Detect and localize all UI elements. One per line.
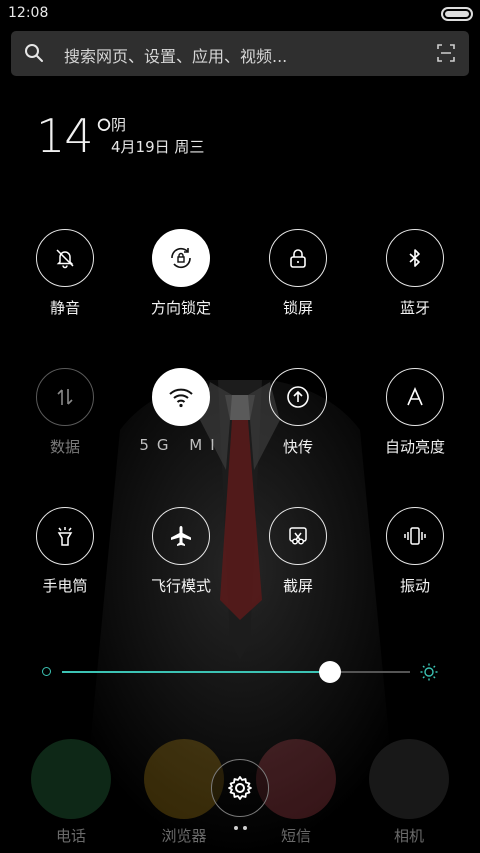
toggle-screenshot-button[interactable] <box>269 507 327 565</box>
battery-icon <box>441 7 473 21</box>
toggle-flashlight-button[interactable] <box>36 507 94 565</box>
toggle-flashlight-label: 手电筒 <box>42 577 88 595</box>
page-dot <box>234 826 238 830</box>
bell-off-icon <box>56 249 74 269</box>
dock-app-messages-label: 短信 <box>280 827 311 845</box>
toggle-bluetooth-label: 蓝牙 <box>399 299 430 317</box>
flashlight-icon <box>57 527 73 546</box>
lock-icon <box>290 249 306 268</box>
rotation-lock-icon <box>171 247 191 269</box>
message-icon <box>256 739 336 819</box>
weather-condition: 阴 <box>111 116 127 134</box>
toggle-wifi-ssid: 5G MI <box>139 436 223 454</box>
toggle-lock-screen-button[interactable] <box>269 229 327 287</box>
wifi-icon <box>169 388 193 408</box>
toggle-rotation-lock-button[interactable] <box>152 229 210 287</box>
search-input[interactable]: 搜索网页、设置、应用、视频... <box>64 43 287 67</box>
dock-app-phone-label: 电话 <box>55 827 86 845</box>
toggle-airplane-mode-label: 飞行模式 <box>150 577 211 595</box>
page-indicator <box>232 826 252 832</box>
toggle-silent-button[interactable] <box>36 229 94 287</box>
toggle-wifi-button[interactable] <box>152 368 210 426</box>
toggle-quick-share-button[interactable] <box>269 368 327 426</box>
toggle-bluetooth-button[interactable] <box>386 229 444 287</box>
auto-brightness-icon <box>407 387 423 406</box>
settings-button[interactable] <box>211 759 269 817</box>
toggle-auto-brightness-label: 自动亮度 <box>384 438 445 456</box>
temperature: 14° <box>36 109 116 163</box>
status-bar: 12:08 <box>0 0 480 28</box>
bluetooth-icon <box>409 249 420 267</box>
toggle-screenshot-label: 截屏 <box>282 577 313 595</box>
gear-icon <box>228 776 252 800</box>
toggle-silent-label: 静音 <box>49 299 80 317</box>
status-time: 12:08 <box>8 5 49 21</box>
share-upload-icon <box>287 386 309 408</box>
camera-icon <box>369 739 449 819</box>
toggle-mobile-data-button[interactable] <box>36 368 94 426</box>
screenshot-scissors-icon <box>289 527 307 545</box>
search-icon <box>25 44 43 62</box>
toggle-vibrate-button[interactable] <box>386 507 444 565</box>
brightness-thumb[interactable] <box>318 661 341 683</box>
toggle-auto-brightness-button[interactable] <box>386 368 444 426</box>
scan-icon[interactable] <box>437 44 455 62</box>
toggle-vibrate-label: 振动 <box>399 577 430 595</box>
search-bar[interactable]: 搜索网页、设置、应用、视频... <box>11 31 469 76</box>
brightness-track[interactable] <box>62 671 410 673</box>
brightness-low-icon <box>42 667 51 676</box>
phone-icon <box>31 739 111 819</box>
toggle-lock-screen-label: 锁屏 <box>282 299 313 317</box>
toggle-rotation-lock-label: 方向锁定 <box>150 299 211 317</box>
toggle-airplane-mode-button[interactable] <box>152 507 210 565</box>
page-dot <box>243 826 247 830</box>
weather-date: 4月19日 周三 <box>111 138 205 156</box>
toggle-mobile-data-label: 数据 <box>49 438 80 456</box>
brightness-high-icon <box>420 663 438 681</box>
dock-app-browser-label: 浏览器 <box>161 827 207 845</box>
vibrate-icon <box>404 527 426 545</box>
brightness-fill <box>62 671 330 673</box>
brightness-slider[interactable] <box>40 658 440 686</box>
dock-app-camera-label: 相机 <box>393 827 424 845</box>
toggle-quick-share-label: 快传 <box>282 438 313 456</box>
airplane-icon <box>171 526 191 546</box>
data-arrows-icon <box>57 389 73 405</box>
